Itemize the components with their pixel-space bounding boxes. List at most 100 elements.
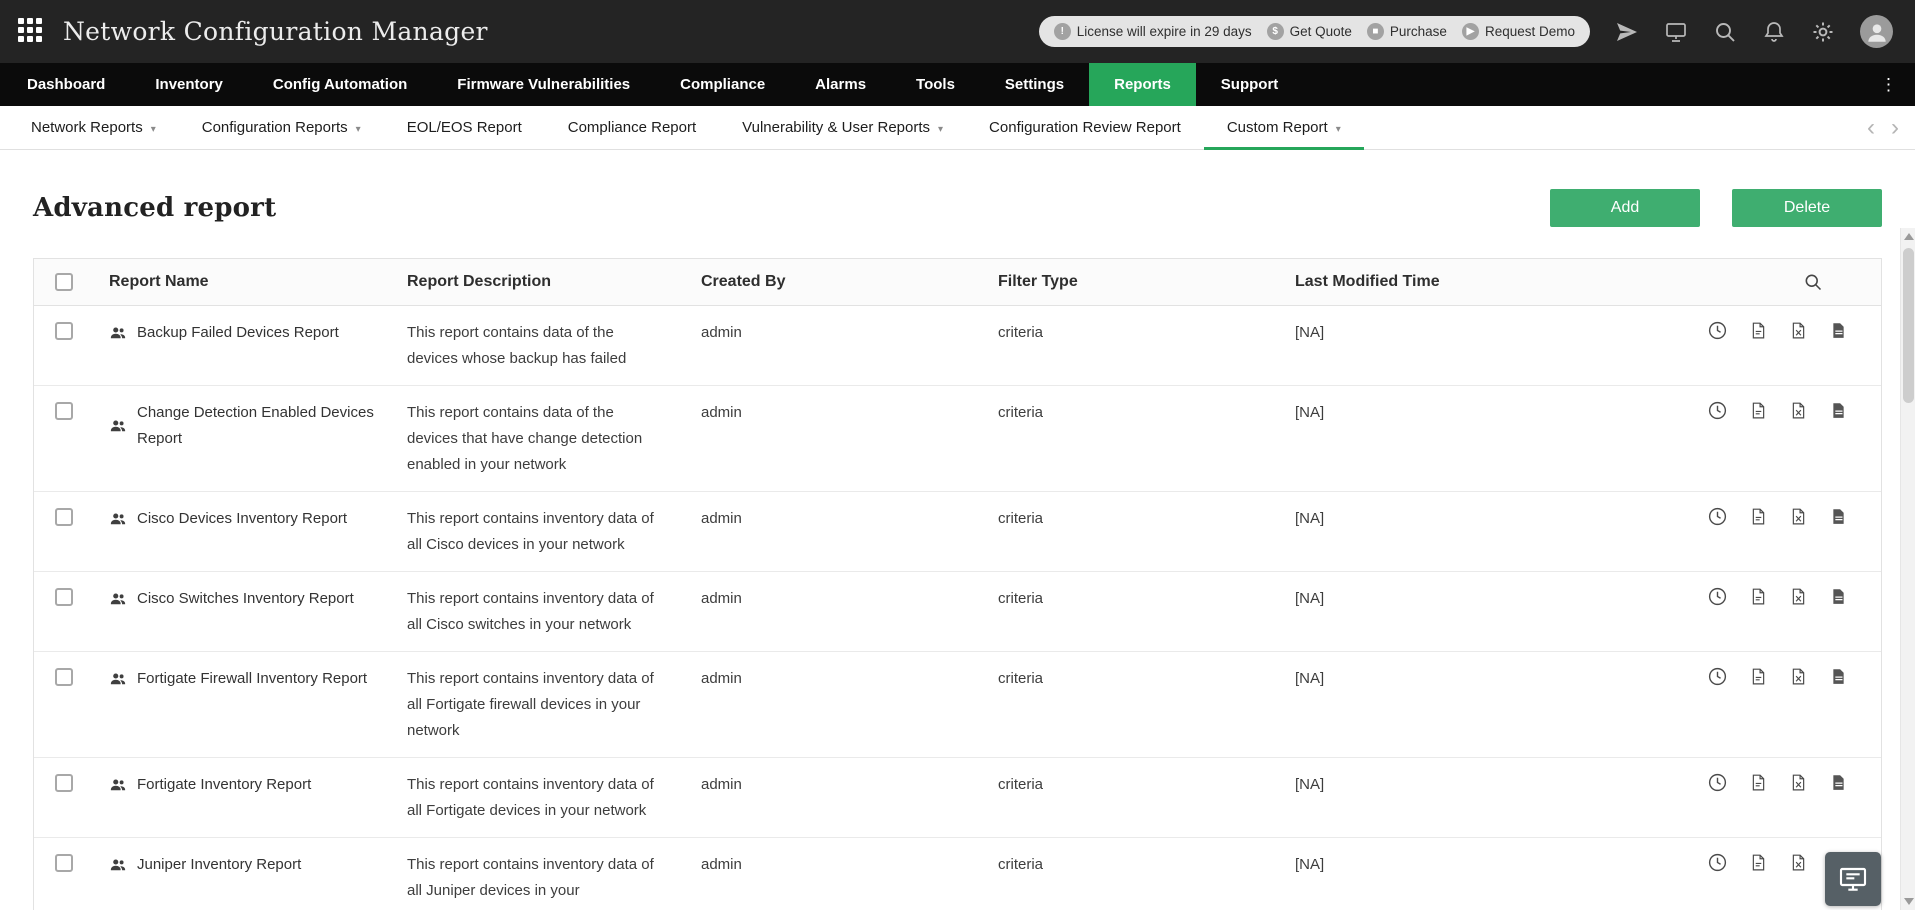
clock-icon[interactable] — [1707, 666, 1728, 687]
gear-icon[interactable] — [1811, 20, 1835, 44]
column-header-filter-type[interactable]: Filter Type — [985, 269, 1282, 295]
subnav-item-compliance-report[interactable]: Compliance Report — [545, 106, 719, 149]
csv-export-icon[interactable] — [1829, 773, 1848, 792]
demo-play-icon: ▶ — [1461, 23, 1479, 40]
row-checkbox[interactable] — [55, 668, 73, 686]
clock-icon[interactable] — [1707, 506, 1728, 527]
select-all-checkbox[interactable] — [55, 272, 73, 291]
scroll-up-arrow[interactable] — [1904, 233, 1914, 240]
send-icon[interactable] — [1615, 20, 1639, 44]
clock-icon[interactable] — [1707, 772, 1728, 793]
nav-item-support[interactable]: Support — [1196, 63, 1304, 106]
nav-item-config-automation[interactable]: Config Automation — [248, 63, 432, 106]
scrollbar-thumb[interactable] — [1903, 248, 1914, 403]
csv-export-icon[interactable] — [1829, 401, 1848, 420]
row-checkbox[interactable] — [55, 508, 73, 526]
report-name-link[interactable]: Fortigate Firewall Inventory Report — [137, 666, 367, 692]
nav-item-settings[interactable]: Settings — [980, 63, 1089, 106]
chevron-left-icon[interactable]: ‹ — [1867, 115, 1875, 140]
clock-icon[interactable] — [1707, 320, 1728, 341]
table-row[interactable]: Backup Failed Devices Report This report… — [34, 306, 1881, 386]
row-checkbox[interactable] — [55, 854, 73, 872]
table-row[interactable]: Cisco Switches Inventory Report This rep… — [34, 572, 1881, 652]
license-status[interactable]: ! License will expire in 29 days — [1053, 23, 1252, 40]
subnav-item-network-reports[interactable]: Network Reports ▾ — [8, 106, 179, 149]
subnav-item-eol-eos-report[interactable]: EOL/EOS Report — [384, 106, 545, 149]
page-title: Advanced report — [33, 193, 277, 223]
report-name-link[interactable]: Change Detection Enabled Devices Report — [137, 400, 375, 452]
pdf-export-icon[interactable] — [1749, 587, 1768, 606]
subnav-item-configuration-reports[interactable]: Configuration Reports ▾ — [179, 106, 384, 149]
excel-export-icon[interactable] — [1789, 321, 1808, 340]
table-search-icon[interactable] — [1803, 272, 1823, 292]
nav-item-dashboard[interactable]: Dashboard — [2, 63, 130, 106]
nav-item-reports[interactable]: Reports — [1089, 63, 1196, 106]
table-row[interactable]: Juniper Inventory Report This report con… — [34, 838, 1881, 910]
chevron-right-icon[interactable]: › — [1891, 115, 1899, 140]
excel-export-icon[interactable] — [1789, 667, 1808, 686]
report-name-link[interactable]: Juniper Inventory Report — [137, 852, 301, 878]
nav-item-alarms[interactable]: Alarms — [790, 63, 891, 106]
subnav-item-vulnerability-user-reports[interactable]: Vulnerability & User Reports ▾ — [719, 106, 966, 149]
purchase-link[interactable]: ■ Purchase — [1366, 23, 1447, 40]
table-row[interactable]: Change Detection Enabled Devices Report … — [34, 386, 1881, 492]
report-name-link[interactable]: Cisco Switches Inventory Report — [137, 586, 354, 612]
request-demo-link[interactable]: ▶ Request Demo — [1461, 23, 1575, 40]
add-button[interactable]: Add — [1550, 189, 1700, 227]
excel-export-icon[interactable] — [1789, 853, 1808, 872]
filter-type: criteria — [998, 776, 1044, 793]
report-name-link[interactable]: Cisco Devices Inventory Report — [137, 506, 347, 532]
excel-export-icon[interactable] — [1789, 587, 1808, 606]
column-header-created-by[interactable]: Created By — [688, 269, 985, 295]
vertical-scrollbar[interactable] — [1900, 228, 1915, 910]
delete-button[interactable]: Delete — [1732, 189, 1882, 227]
pdf-export-icon[interactable] — [1749, 667, 1768, 686]
clock-icon[interactable] — [1707, 852, 1728, 873]
pdf-export-icon[interactable] — [1749, 507, 1768, 526]
excel-export-icon[interactable] — [1789, 507, 1808, 526]
reports-subnav: Network Reports ▾ Configuration Reports … — [0, 106, 1915, 150]
row-checkbox[interactable] — [55, 774, 73, 792]
csv-export-icon[interactable] — [1829, 667, 1848, 686]
column-header-last-modified-time[interactable]: Last Modified Time — [1282, 269, 1582, 295]
search-icon[interactable] — [1713, 20, 1737, 44]
pdf-export-icon[interactable] — [1749, 401, 1768, 420]
user-avatar[interactable] — [1860, 15, 1893, 48]
get-quote-link[interactable]: $ Get Quote — [1266, 23, 1352, 40]
csv-export-icon[interactable] — [1829, 587, 1848, 606]
row-checkbox[interactable] — [55, 402, 73, 420]
report-name-link[interactable]: Backup Failed Devices Report — [137, 320, 339, 346]
row-checkbox[interactable] — [55, 588, 73, 606]
table-row[interactable]: Fortigate Firewall Inventory Report This… — [34, 652, 1881, 758]
created-by: admin — [701, 856, 742, 873]
subnav-item-custom-report[interactable]: Custom Report ▾ — [1203, 106, 1364, 150]
table-row[interactable]: Fortigate Inventory Report This report c… — [34, 758, 1881, 838]
table-header: Report Name Report Description Created B… — [34, 259, 1881, 306]
scroll-down-arrow[interactable] — [1904, 898, 1914, 905]
csv-export-icon[interactable] — [1829, 507, 1848, 526]
row-checkbox[interactable] — [55, 322, 73, 340]
pdf-export-icon[interactable] — [1749, 773, 1768, 792]
column-header-report-name[interactable]: Report Name — [96, 269, 394, 295]
table-row[interactable]: Cisco Devices Inventory Report This repo… — [34, 492, 1881, 572]
column-header-report-description[interactable]: Report Description — [394, 269, 688, 295]
bell-icon[interactable] — [1762, 20, 1786, 44]
nav-item-tools[interactable]: Tools — [891, 63, 980, 106]
nav-item-firmware-vulnerabilities[interactable]: Firmware Vulnerabilities — [432, 63, 655, 106]
overflow-menu-icon[interactable]: ⋮ — [1862, 63, 1915, 106]
report-name-link[interactable]: Fortigate Inventory Report — [137, 772, 311, 798]
clock-icon[interactable] — [1707, 400, 1728, 421]
app-grid-icon[interactable] — [18, 18, 45, 45]
presentation-icon[interactable] — [1664, 20, 1688, 44]
subnav-item-configuration-review-report[interactable]: Configuration Review Report — [966, 106, 1204, 149]
csv-export-icon[interactable] — [1829, 321, 1848, 340]
nav-item-inventory[interactable]: Inventory — [130, 63, 248, 106]
topbar: Network Configuration Manager ! License … — [0, 0, 1915, 63]
excel-export-icon[interactable] — [1789, 773, 1808, 792]
excel-export-icon[interactable] — [1789, 401, 1808, 420]
support-widget-button[interactable] — [1825, 852, 1881, 906]
pdf-export-icon[interactable] — [1749, 853, 1768, 872]
nav-item-compliance[interactable]: Compliance — [655, 63, 790, 106]
pdf-export-icon[interactable] — [1749, 321, 1768, 340]
clock-icon[interactable] — [1707, 586, 1728, 607]
